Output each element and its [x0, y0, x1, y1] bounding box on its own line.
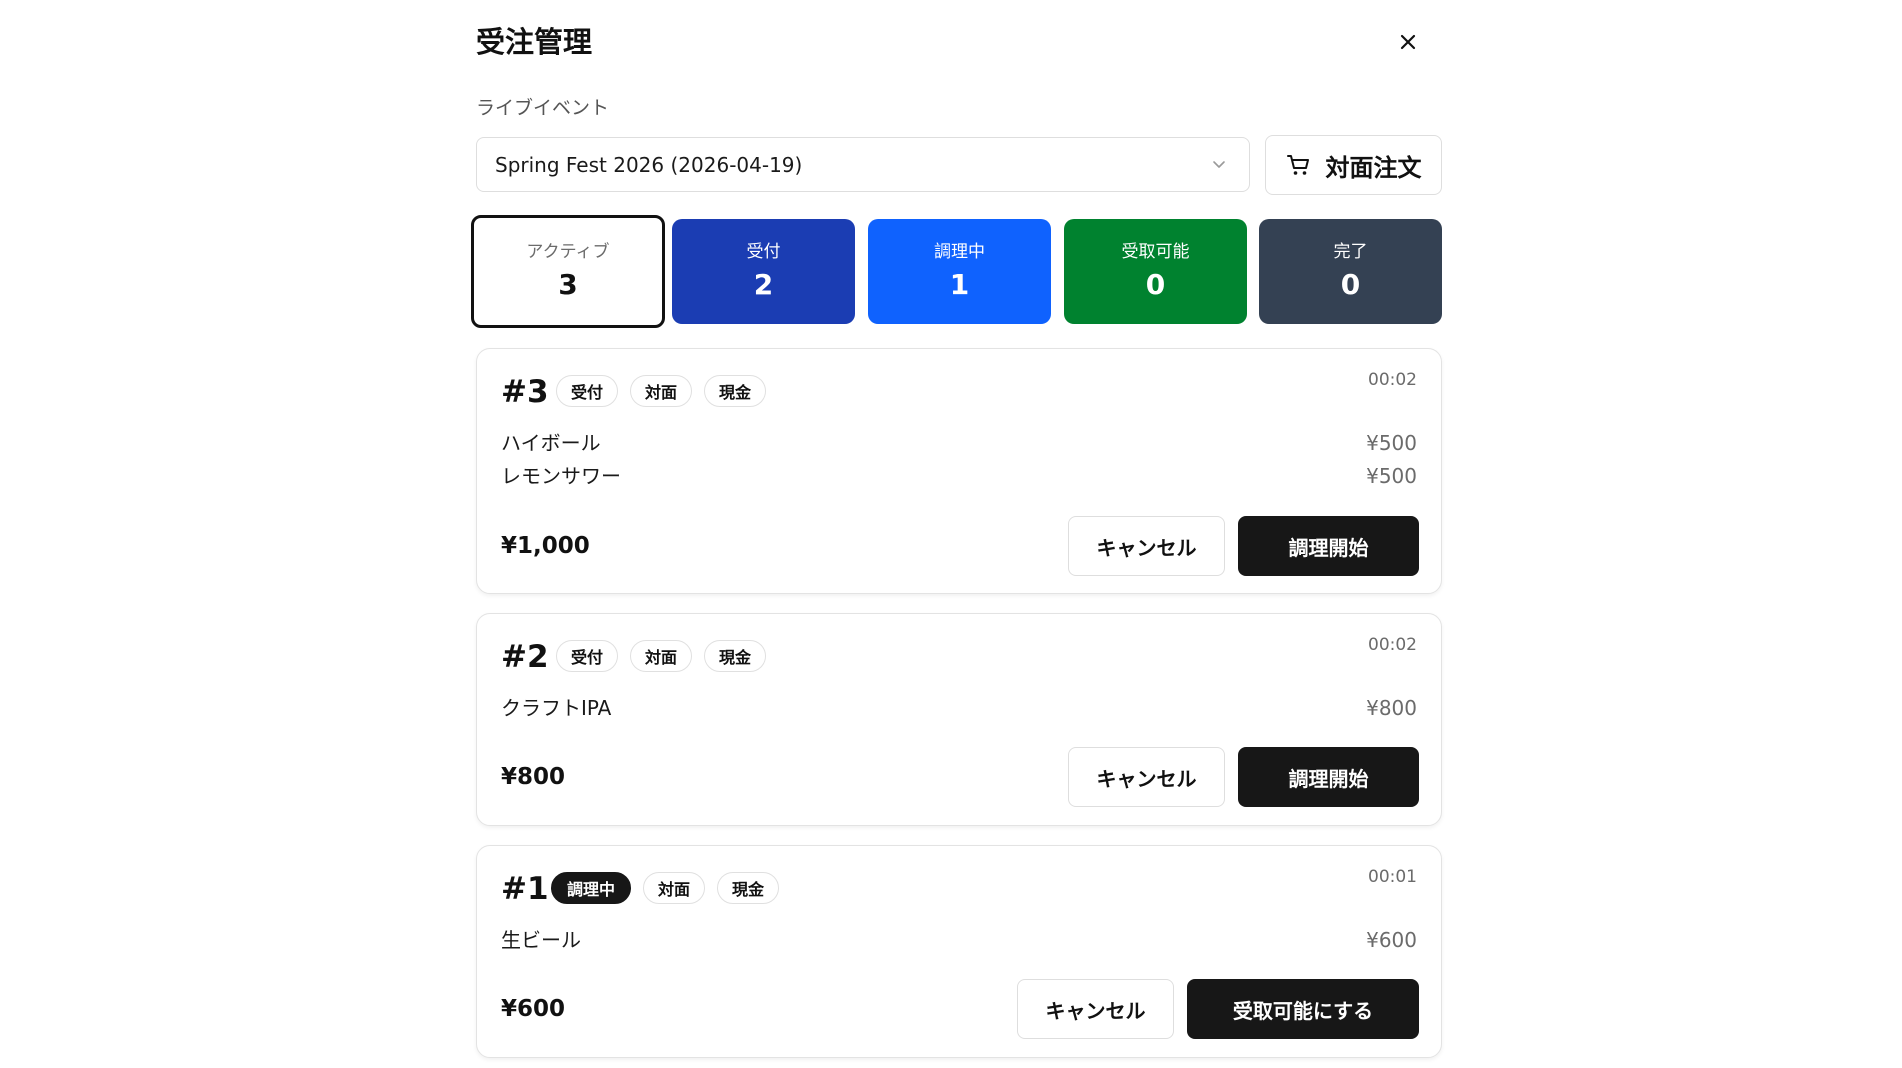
channel-badge: 対面 — [630, 375, 692, 407]
shopping-cart-icon — [1286, 155, 1309, 175]
header: 受注管理 — [476, 22, 1442, 62]
status-badge: 受付 — [556, 640, 618, 672]
order-card: #1 調理中 対面 現金 00:01 生ビール ¥600 ¥600 キャンセル … — [476, 845, 1442, 1058]
start-cooking-button[interactable]: 調理開始 — [1238, 747, 1419, 807]
payment-badge: 現金 — [717, 872, 779, 904]
status-badge: 受付 — [556, 375, 618, 407]
stat-cooking-label: 調理中 — [934, 241, 985, 262]
order-item-price: ¥500 — [1366, 431, 1417, 455]
stat-cooking-count: 1 — [949, 267, 970, 301]
mark-ready-button[interactable]: 受取可能にする — [1187, 979, 1419, 1039]
page-title: 受注管理 — [476, 25, 593, 59]
order-total: ¥600 — [501, 996, 566, 1022]
stat-received-count: 2 — [753, 267, 774, 301]
close-button[interactable] — [1394, 28, 1422, 56]
status-filter-tabs: アクティブ 3 受付 2 調理中 1 受取可能 0 完了 0 — [471, 215, 1442, 328]
stat-received-label: 受付 — [746, 241, 781, 262]
stat-active-label: アクティブ — [526, 241, 610, 262]
order-item-price: ¥800 — [1366, 696, 1417, 720]
event-select-label: ライブイベント — [476, 97, 610, 119]
start-cooking-button[interactable]: 調理開始 — [1238, 516, 1419, 576]
order-item-name: レモンサワー — [501, 464, 621, 488]
cancel-button[interactable]: キャンセル — [1068, 747, 1225, 807]
stat-completed[interactable]: 完了 0 — [1259, 219, 1442, 324]
payment-badge: 現金 — [704, 375, 766, 407]
chevron-down-icon — [1213, 161, 1225, 168]
order-number: #1 — [501, 871, 549, 907]
order-card: #2 受付 対面 現金 00:02 クラフトIPA ¥800 ¥800 キャンセ… — [476, 613, 1442, 826]
channel-badge: 対面 — [630, 640, 692, 672]
order-card: #3 受付 対面 現金 00:02 ハイボール ¥500 レモンサワー ¥500… — [476, 348, 1442, 594]
order-management-panel: 受注管理 ライブイベント Spring Fest 2026 (2026-04-1… — [471, 0, 1442, 1068]
stat-cooking[interactable]: 調理中 1 — [868, 219, 1051, 324]
order-item-price: ¥600 — [1366, 928, 1417, 952]
stat-completed-label: 完了 — [1333, 241, 1368, 262]
stat-received[interactable]: 受付 2 — [672, 219, 855, 324]
order-item-name: ハイボール — [501, 431, 601, 455]
status-badge: 調理中 — [551, 872, 631, 904]
elapsed-time: 00:01 — [1368, 867, 1417, 887]
stat-active[interactable]: アクティブ 3 — [471, 215, 665, 328]
walk-in-order-label: 対面注文 — [1325, 153, 1422, 182]
walk-in-order-button[interactable]: 対面注文 — [1265, 135, 1442, 195]
order-item-name: 生ビール — [501, 928, 581, 952]
event-select-value: Spring Fest 2026 (2026-04-19) — [495, 152, 803, 177]
stat-completed-count: 0 — [1340, 267, 1361, 301]
cancel-button[interactable]: キャンセル — [1068, 516, 1225, 576]
order-total: ¥1,000 — [501, 533, 590, 559]
close-icon — [1400, 34, 1416, 50]
cancel-button[interactable]: キャンセル — [1017, 979, 1174, 1039]
order-item-name: クラフトIPA — [501, 696, 612, 720]
stat-ready-label: 受取可能 — [1121, 241, 1190, 262]
order-number: #3 — [501, 374, 549, 410]
elapsed-time: 00:02 — [1368, 635, 1417, 655]
order-total: ¥800 — [501, 764, 566, 790]
event-select[interactable]: Spring Fest 2026 (2026-04-19) — [476, 137, 1250, 192]
channel-badge: 対面 — [643, 872, 705, 904]
order-item-price: ¥500 — [1366, 464, 1417, 488]
payment-badge: 現金 — [704, 640, 766, 672]
elapsed-time: 00:02 — [1368, 370, 1417, 390]
stat-active-count: 3 — [558, 267, 578, 301]
stat-ready-count: 0 — [1145, 267, 1166, 301]
stat-ready[interactable]: 受取可能 0 — [1064, 219, 1247, 324]
order-number: #2 — [501, 639, 549, 675]
